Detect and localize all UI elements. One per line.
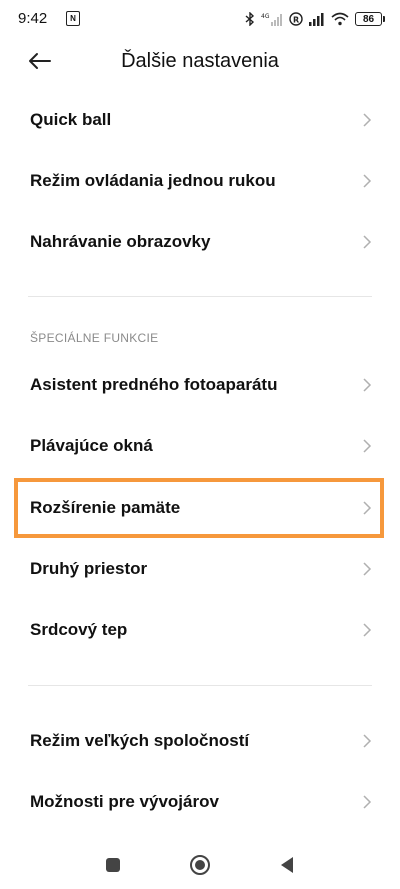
svg-text:R: R xyxy=(293,16,299,25)
recents-button[interactable] xyxy=(102,854,124,876)
chevron-right-icon xyxy=(363,562,372,576)
chevron-right-icon xyxy=(363,795,372,809)
navigation-bar xyxy=(0,840,400,889)
settings-item-heartbeat[interactable]: Srdcový tep xyxy=(0,600,400,660)
settings-item-floating-windows[interactable]: Plávajúce okná xyxy=(0,416,400,476)
bluetooth-icon xyxy=(245,12,255,26)
chevron-right-icon xyxy=(363,378,372,392)
chevron-right-icon xyxy=(363,439,372,453)
chevron-right-icon xyxy=(363,174,372,188)
chevron-right-icon xyxy=(363,734,372,748)
divider xyxy=(28,685,372,686)
item-label: Druhý priestor xyxy=(30,559,148,578)
item-label: Quick ball xyxy=(30,110,112,129)
settings-item-screen-recorder[interactable]: Nahrávanie obrazovky xyxy=(0,212,400,272)
settings-item-front-camera-assistant[interactable]: Asistent predného fotoaparátu xyxy=(0,355,400,415)
item-label: Možnosti pre vývojárov xyxy=(30,792,219,811)
page-title: Ďalšie nastavenia xyxy=(121,50,279,72)
chevron-right-icon xyxy=(363,113,372,127)
item-label: Režim veľkých spoločností xyxy=(30,731,250,750)
battery-icon: 86 xyxy=(355,12,385,26)
settings-item-one-handed-mode[interactable]: Režim ovládania jednou rukou xyxy=(0,151,400,211)
status-time: 9:42 xyxy=(18,10,48,27)
svg-text:4G: 4G xyxy=(261,13,270,20)
back-nav-button[interactable] xyxy=(276,854,298,876)
settings-item-second-space[interactable]: Druhý priestor xyxy=(0,539,400,599)
home-circle-icon xyxy=(190,855,210,875)
section-header-special-features: ŠPECIÁLNE FUNKCIE xyxy=(30,331,159,345)
signal-4g-icon: 4G xyxy=(261,13,282,26)
triangle-back-icon xyxy=(281,857,293,873)
divider xyxy=(28,296,372,297)
settings-item-developer-options[interactable]: Možnosti pre vývojárov xyxy=(0,772,400,832)
square-icon xyxy=(106,858,120,872)
wifi-icon xyxy=(331,12,349,26)
item-label: Režim ovládania jednou rukou xyxy=(30,171,276,190)
home-button[interactable] xyxy=(189,854,211,876)
highlight-box xyxy=(14,478,384,538)
item-label: Plávajúce okná xyxy=(30,436,153,455)
status-bar: 9:42 N 4G R 86 xyxy=(0,0,400,40)
chevron-right-icon xyxy=(363,623,372,637)
item-label: Asistent predného fotoaparátu xyxy=(30,375,278,394)
battery-level: 86 xyxy=(362,14,375,25)
header: Ďalšie nastavenia xyxy=(0,38,400,84)
settings-item-enterprise-mode[interactable]: Režim veľkých spoločností xyxy=(0,711,400,771)
nfc-icon: N xyxy=(66,11,80,26)
status-icons: 4G R 86 xyxy=(245,9,385,29)
registered-icon: R xyxy=(289,12,303,26)
chevron-right-icon xyxy=(363,235,372,249)
settings-item-quick-ball[interactable]: Quick ball xyxy=(0,90,400,150)
signal-icon xyxy=(309,13,324,26)
item-label: Nahrávanie obrazovky xyxy=(30,232,211,251)
item-label: Srdcový tep xyxy=(30,620,128,639)
